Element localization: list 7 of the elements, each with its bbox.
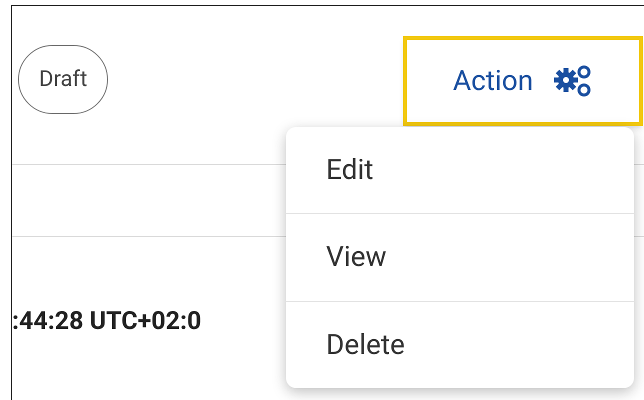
status-badge: Draft: [18, 45, 108, 114]
menu-item[interactable]: Delete: [286, 300, 634, 388]
gears-icon: [553, 64, 594, 98]
menu-item[interactable]: Edit: [286, 127, 634, 214]
menu-item[interactable]: View: [286, 213, 634, 301]
timestamp: :44:28 UTC+02:0: [12, 306, 202, 338]
action-button[interactable]: Action: [403, 36, 643, 126]
